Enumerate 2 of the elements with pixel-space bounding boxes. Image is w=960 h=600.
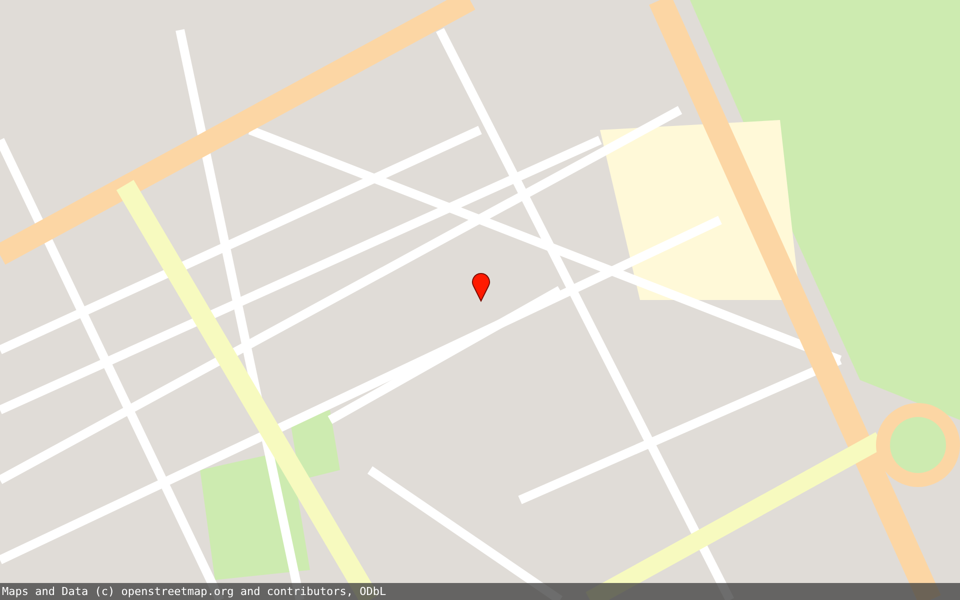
location-pin-icon[interactable] bbox=[471, 272, 491, 302]
map-attribution: Maps and Data (c) openstreetmap.org and contributors, ODbL bbox=[0, 583, 960, 600]
